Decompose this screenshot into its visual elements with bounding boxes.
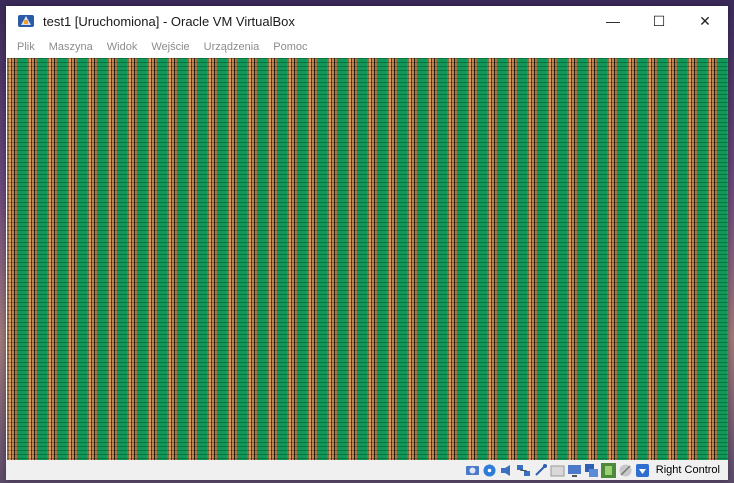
mouse-integration-icon[interactable] (618, 463, 633, 478)
minimize-icon: — (606, 13, 620, 29)
close-button[interactable]: ✕ (682, 6, 728, 36)
shared-folders-icon[interactable] (550, 463, 565, 478)
display-icon[interactable] (567, 463, 582, 478)
virtualbox-app-icon (18, 15, 34, 27)
minimize-button[interactable]: — (590, 6, 636, 36)
menu-widok[interactable]: Widok (100, 41, 145, 53)
virtualbox-window: test1 [Uruchomiona] - Oracle VM VirtualB… (6, 6, 728, 480)
optical-drive-icon[interactable] (482, 463, 497, 478)
cpu-virtualization-icon[interactable] (600, 462, 616, 478)
audio-icon[interactable] (499, 463, 514, 478)
menu-wejscie[interactable]: Wejście (144, 41, 196, 53)
network-icon[interactable] (516, 463, 531, 478)
status-bar: Right Control (6, 460, 728, 480)
usb-icon[interactable] (533, 463, 548, 478)
close-icon: ✕ (699, 12, 711, 29)
hard-disk-icon[interactable] (465, 463, 480, 478)
menu-pomoc[interactable]: Pomoc (266, 41, 314, 53)
guest-scanlines (7, 58, 728, 460)
menu-maszyna[interactable]: Maszyna (42, 41, 100, 53)
menu-plik[interactable]: Plik (10, 41, 42, 53)
window-title: test1 [Uruchomiona] - Oracle VM VirtualB… (43, 13, 295, 29)
guest-display[interactable] (7, 58, 728, 460)
keyboard-capture-icon[interactable] (635, 463, 650, 478)
menu-urzadzenia[interactable]: Urządzenia (197, 41, 267, 53)
maximize-button[interactable]: ☐ (636, 6, 682, 36)
menu-bar: Plik Maszyna Widok Wejście Urządzenia Po… (6, 36, 728, 58)
video-capture-icon[interactable] (584, 463, 599, 478)
maximize-icon: ☐ (652, 12, 666, 29)
host-key-label: Right Control (655, 464, 720, 476)
title-bar[interactable]: test1 [Uruchomiona] - Oracle VM VirtualB… (6, 6, 728, 36)
window-controls: — ☐ ✕ (590, 6, 728, 36)
